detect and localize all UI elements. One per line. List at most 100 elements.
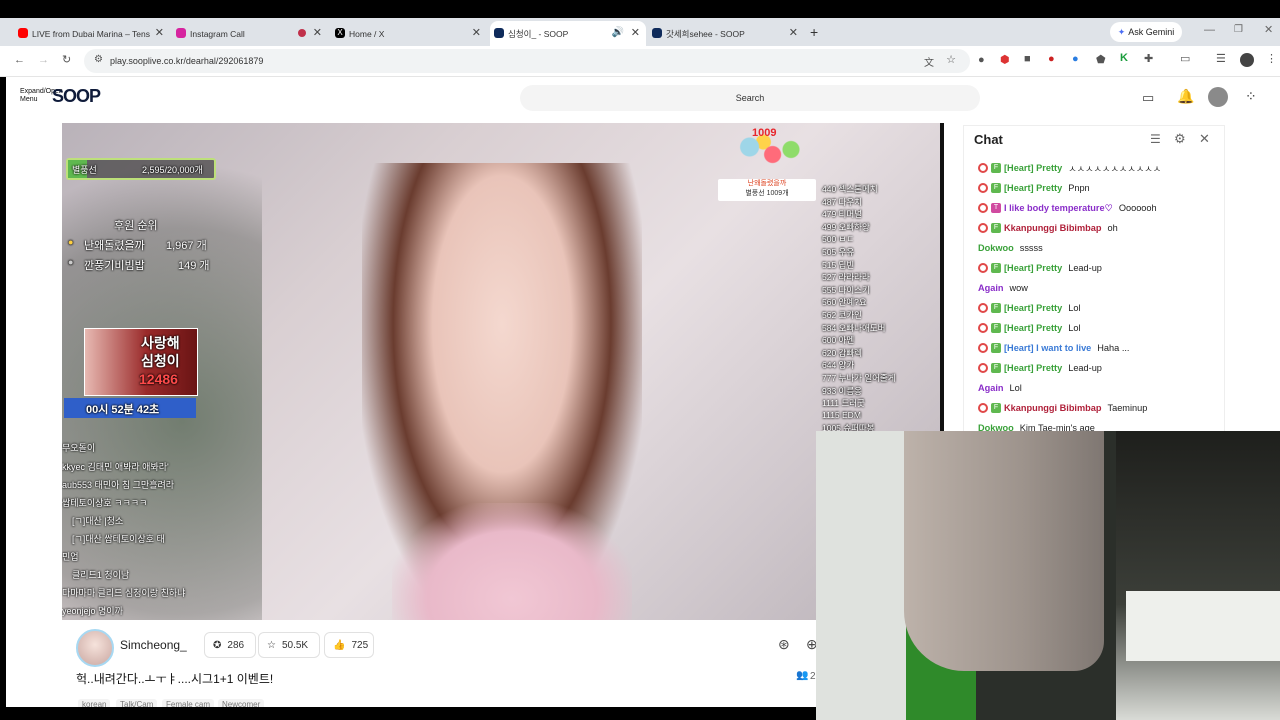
chat-nickname[interactable]: [Heart] Pretty	[1004, 163, 1062, 173]
close-icon[interactable]: ✕	[155, 26, 164, 39]
chat-nickname[interactable]: [Heart] Pretty	[1004, 303, 1062, 313]
chat-nickname[interactable]: [Heart] Pretty	[1004, 363, 1062, 373]
extension-icon[interactable]: ⬟	[1096, 53, 1106, 66]
back-icon[interactable]: ←	[14, 54, 25, 66]
close-icon[interactable]: ✕	[472, 26, 481, 39]
adblock-icon[interactable]: ⬢	[1000, 53, 1010, 66]
recording-icon	[298, 29, 306, 37]
chat-nickname[interactable]: [Heart] Pretty	[1004, 183, 1062, 193]
soop-logo[interactable]: SOOP	[52, 86, 101, 107]
screen-bottom-bar	[0, 707, 816, 720]
chat-message[interactable]: F Kkanpunggi Bibimbap oh	[964, 218, 1224, 238]
close-icon[interactable]: ✕	[313, 26, 322, 39]
share-icon[interactable]: ⊛	[778, 636, 790, 653]
chat-message[interactable]: Again wow	[964, 278, 1224, 298]
chat-nickname[interactable]: I like body temperature♡	[1004, 203, 1113, 214]
window-close-button[interactable]: ✕	[1264, 23, 1273, 36]
extension-icon[interactable]: ●	[978, 54, 985, 66]
tab-instagram[interactable]: Instagram Call ✕	[172, 21, 328, 46]
tab-soop-active[interactable]: 심청이_ - SOOP 🔊 ✕	[490, 21, 646, 46]
ask-gemini-button[interactable]: ✦ Ask Gemini	[1110, 22, 1182, 42]
streamer-avatar[interactable]	[76, 629, 114, 667]
menu-kebab-icon[interactable]: ⋮	[1266, 52, 1277, 65]
browser-tab-bar: LIVE from Dubai Marina – Tens ✕ Instagra…	[0, 18, 1280, 46]
rank-2-count: 149 개	[178, 260, 210, 272]
extension-icon[interactable]: ■	[1024, 53, 1031, 65]
restore-button[interactable]: ❐	[1234, 24, 1243, 35]
chat-text: Lol	[1068, 323, 1081, 333]
minimize-button[interactable]: —	[1204, 24, 1215, 36]
donation-entry: 777 누나가 일어줄게	[822, 373, 896, 383]
subscriber-badge-icon	[978, 303, 988, 313]
chat-nickname[interactable]: [Heart] I want to live	[1004, 343, 1091, 353]
translate-icon[interactable]: 文	[924, 54, 934, 69]
chat-text: sssss	[1019, 243, 1043, 253]
favorite-button[interactable]: ☆ 50.5K	[258, 632, 320, 658]
user-list-icon[interactable]: ☰	[1150, 132, 1161, 146]
tab-x[interactable]: X Home / X ✕	[331, 21, 487, 46]
tab-youtube[interactable]: LIVE from Dubai Marina – Tens ✕	[14, 21, 170, 46]
chat-nickname[interactable]: [Heart] Pretty	[1004, 323, 1062, 333]
speaker-icon[interactable]: 🔊	[612, 27, 624, 38]
like-button[interactable]: 👍 725	[324, 632, 374, 658]
apps-grid-icon[interactable]: ⁘	[1245, 88, 1257, 105]
chat-nickname[interactable]: Dokwoo	[978, 243, 1014, 253]
chat-message[interactable]: F [Heart] Pretty Lead-up	[964, 358, 1224, 378]
promo-number: 12486	[139, 371, 178, 387]
chat-message[interactable]: F [Heart] I want to live Haha ...	[964, 338, 1224, 358]
site-info-icon[interactable]: ⚙	[94, 54, 103, 65]
close-icon[interactable]: ✕	[789, 26, 798, 39]
chat-message[interactable]: F [Heart] Pretty Lol	[964, 298, 1224, 318]
cast-icon[interactable]: ▭	[1180, 52, 1190, 65]
webcam-subject	[904, 431, 1104, 671]
search-input[interactable]: Search	[520, 85, 980, 111]
bookmark-star-icon[interactable]: ☆	[946, 53, 956, 66]
promo-line1: 사랑해	[141, 335, 180, 351]
timer-text: 00시 52분 42초	[86, 404, 160, 416]
forward-icon[interactable]: →	[38, 54, 49, 66]
broadcast-icon[interactable]: ▭	[1142, 90, 1154, 106]
streamer-name[interactable]: Simcheong_	[120, 638, 187, 652]
video-player[interactable]: 별풍선 2,595/20,000개 후원 순위 ● 난왜돌렸을까 1,967 개…	[62, 123, 944, 620]
overlay-chat-line: 무오돌이	[62, 443, 96, 453]
close-icon[interactable]: ✕	[631, 26, 640, 39]
chat-nickname[interactable]: Again	[978, 283, 1004, 293]
user-avatar-icon[interactable]	[1208, 87, 1228, 107]
chat-message[interactable]: Dokwoo sssss	[964, 238, 1224, 258]
chat-message[interactable]: Again Lol	[964, 378, 1224, 398]
donation-entry: 505 우유	[822, 247, 855, 257]
chat-message[interactable]: TI like body temperature♡ Ooooooh	[964, 198, 1224, 218]
profile-avatar[interactable]	[1240, 53, 1254, 67]
chat-message[interactable]: F [Heart] Pretty ㅅㅅㅅㅅㅅㅅㅅㅅㅅㅅㅅ	[964, 158, 1224, 178]
chat-close-icon[interactable]: ✕	[1199, 131, 1210, 147]
settings-gear-icon[interactable]: ⚙	[1174, 131, 1186, 147]
extension-icon[interactable]: ●	[1048, 53, 1055, 65]
extensions-puzzle-icon[interactable]: ✚	[1144, 52, 1153, 65]
chat-nickname[interactable]: [Heart] Pretty	[1004, 263, 1062, 273]
overlay-chat-line: 클리드1 청이남	[72, 570, 130, 580]
chat-message[interactable]: F [Heart] Pretty Pnpn	[964, 178, 1224, 198]
balloon-count-button[interactable]: ✪ 286	[204, 632, 256, 658]
rank-1-name: 난왜돌렸을까	[84, 240, 145, 252]
notification-bell-icon[interactable]: 🔔	[1177, 88, 1194, 105]
streamer-outfit	[392, 503, 632, 620]
overlay-chat-line: 다마마마 클리드 심청이랑 친하냐	[62, 588, 186, 598]
tab-soop-2[interactable]: 갓세희sehee - SOOP ✕	[648, 21, 804, 46]
subscriber-badge-icon	[978, 203, 988, 213]
chat-message[interactable]: F [Heart] Pretty Lead-up	[964, 258, 1224, 278]
extension-icon[interactable]: K	[1120, 52, 1128, 64]
chat-nickname[interactable]: Again	[978, 383, 1004, 393]
chat-text: Lead-up	[1068, 363, 1102, 373]
donation-entry: 515 딥빈	[822, 259, 855, 270]
chat-message[interactable]: F [Heart] Pretty Lol	[964, 318, 1224, 338]
tab-search-icon[interactable]: ☰	[1216, 52, 1226, 65]
chat-nickname[interactable]: Kkanpunggi Bibimbap	[1004, 403, 1102, 413]
reload-icon[interactable]: ↻	[62, 53, 71, 66]
overlay-chat-line: 쌉테토이상호 ㅋㅋㅋㅋ	[62, 498, 148, 508]
chat-nickname[interactable]: Kkanpunggi Bibimbap	[1004, 223, 1102, 233]
new-tab-button[interactable]: +	[810, 24, 818, 40]
chat-message[interactable]: F Kkanpunggi Bibimbap Taeminup	[964, 398, 1224, 418]
address-bar[interactable]: ⚙ play.sooplive.co.kr/dearhal/292061879 …	[84, 49, 970, 73]
stat-3-value: 725	[351, 639, 369, 651]
extension-icon[interactable]: ●	[1072, 53, 1079, 65]
